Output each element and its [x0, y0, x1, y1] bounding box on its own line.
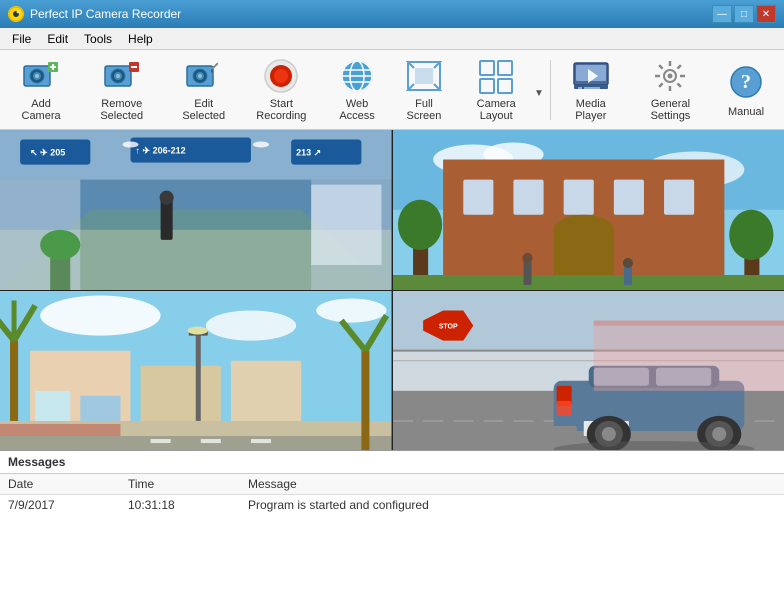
edit-selected-label: Edit Selected	[176, 98, 231, 122]
toolbar: Add Camera Remove Selected	[0, 50, 784, 130]
menu-file[interactable]: File	[4, 30, 39, 48]
camera-layout-label: Camera Layout	[465, 98, 527, 122]
cell-time: 10:31:18	[120, 495, 240, 516]
add-camera-button[interactable]: Add Camera	[8, 55, 74, 125]
start-recording-button[interactable]: Start Recording	[242, 55, 321, 125]
svg-text:STOP: STOP	[438, 323, 457, 330]
full-screen-button[interactable]: Full Screen	[394, 55, 455, 125]
fullscreen-icon	[404, 58, 444, 94]
general-settings-label: General Settings	[636, 98, 705, 122]
edit-camera-icon	[184, 58, 224, 94]
layout-icon	[476, 58, 516, 94]
app-icon	[8, 6, 24, 22]
window-controls: — □ ✕	[712, 5, 776, 23]
cell-date: 7/9/2017	[0, 495, 120, 516]
col-date: Date	[0, 474, 120, 495]
messages-panel: Messages Date Time Message 7/9/2017 10:3…	[0, 450, 784, 595]
add-camera-icon	[21, 58, 61, 94]
camera-layout-group: Camera Layout ▼	[458, 55, 543, 125]
svg-text:213 ↗: 213 ↗	[296, 148, 321, 158]
svg-text:?: ?	[741, 71, 751, 93]
media-player-button[interactable]: Media Player	[557, 55, 625, 125]
title-bar: Perfect IP Camera Recorder — □ ✕	[0, 0, 784, 28]
camera-cell-3[interactable]	[0, 291, 392, 451]
camera-feed-2	[393, 130, 784, 290]
settings-icon	[650, 58, 690, 94]
edit-selected-button[interactable]: Edit Selected	[169, 55, 238, 125]
general-settings-button[interactable]: General Settings	[629, 55, 712, 125]
camera-grid: ↖ ✈ 205 ↑ ✈ 206-212 213 ↗	[0, 130, 784, 450]
add-camera-label: Add Camera	[15, 98, 67, 122]
close-button[interactable]: ✕	[756, 5, 776, 23]
col-time: Time	[120, 474, 240, 495]
remove-selected-label: Remove Selected	[85, 98, 158, 122]
manual-button[interactable]: ? Manual	[716, 55, 776, 125]
camera-layout-button[interactable]: Camera Layout	[458, 55, 534, 125]
manual-label: Manual	[728, 106, 764, 118]
media-player-label: Media Player	[564, 98, 618, 122]
menu-bar: File Edit Tools Help	[0, 28, 784, 50]
table-row: 7/9/2017 10:31:18 Program is started and…	[0, 495, 784, 516]
web-access-button[interactable]: Web Access	[325, 55, 390, 125]
camera-feed-3	[0, 291, 392, 451]
maximize-button[interactable]: □	[734, 5, 754, 23]
web-access-label: Web Access	[332, 98, 383, 122]
main-content: ↖ ✈ 205 ↑ ✈ 206-212 213 ↗	[0, 130, 784, 595]
help-icon: ?	[726, 62, 766, 102]
minimize-button[interactable]: —	[712, 5, 732, 23]
messages-table: Date Time Message 7/9/2017 10:31:18 Prog…	[0, 474, 784, 515]
camera-feed-1: ↖ ✈ 205 ↑ ✈ 206-212 213 ↗	[0, 130, 392, 290]
svg-text:↖ ✈ 205: ↖ ✈ 205	[30, 148, 65, 158]
full-screen-label: Full Screen	[401, 98, 448, 122]
col-message: Message	[240, 474, 784, 495]
svg-text:↑ ✈ 206-212: ↑ ✈ 206-212	[136, 146, 186, 156]
menu-edit[interactable]: Edit	[39, 30, 76, 48]
remove-camera-icon	[102, 58, 142, 94]
camera-cell-1[interactable]: ↖ ✈ 205 ↑ ✈ 206-212 213 ↗	[0, 130, 392, 290]
camera-feed-4: STOP HIC-1234	[393, 291, 784, 451]
media-player-icon	[571, 58, 611, 94]
menu-tools[interactable]: Tools	[76, 30, 120, 48]
start-recording-label: Start Recording	[249, 98, 314, 122]
web-icon	[337, 58, 377, 94]
camera-layout-dropdown[interactable]: ▼	[534, 55, 544, 125]
toolbar-separator	[550, 60, 551, 120]
remove-selected-button[interactable]: Remove Selected	[78, 55, 165, 125]
cell-message: Program is started and configured	[240, 495, 784, 516]
camera-cell-2[interactable]	[393, 130, 784, 290]
camera-cell-4[interactable]: STOP HIC-1234	[393, 291, 784, 451]
app-title: Perfect IP Camera Recorder	[30, 7, 181, 21]
record-icon	[261, 58, 301, 94]
messages-header: Messages	[0, 451, 784, 474]
menu-help[interactable]: Help	[120, 30, 161, 48]
